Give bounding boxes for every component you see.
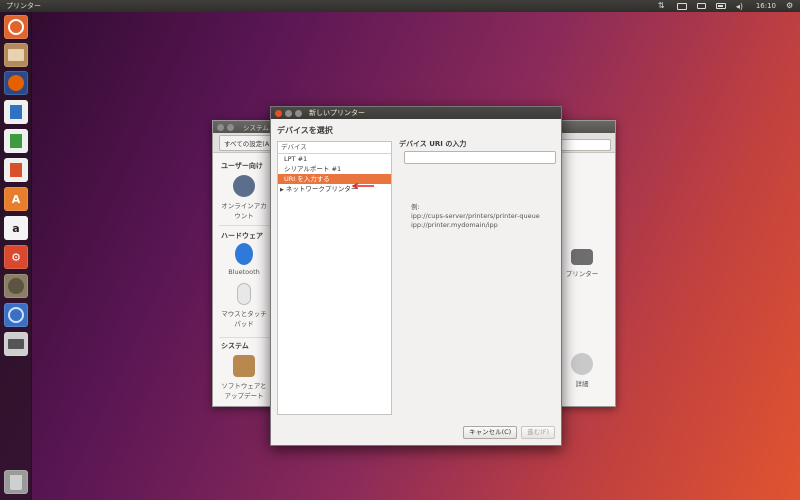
section-hardware: ハードウェア	[221, 232, 263, 240]
trash-icon[interactable]	[4, 470, 28, 494]
dialog-title: 新しいプリンター	[309, 109, 365, 117]
software-center-icon[interactable]: A	[4, 187, 28, 211]
gear-icon	[571, 353, 593, 375]
minimize-icon[interactable]	[285, 109, 292, 117]
uri-input[interactable]	[404, 151, 556, 164]
system-tray: ⇅ ◂) 16:10 ⚙	[658, 2, 794, 11]
app-title: プリンター	[6, 2, 41, 10]
ubuntu-dash-icon[interactable]	[4, 15, 28, 39]
example-title: 例:	[411, 203, 420, 211]
shotwell-icon[interactable]	[4, 303, 28, 327]
forward-button[interactable]: 進む(F)	[521, 426, 555, 439]
software-updates-item[interactable]: ソフトウェアとアップデート	[221, 355, 267, 400]
cancel-button[interactable]: キャンセル(C)	[463, 426, 518, 439]
volume-icon[interactable]: ◂)	[736, 2, 746, 10]
online-accounts-icon	[233, 175, 255, 197]
new-printer-dialog: 新しいプリンター デバイスを選択 デバイス LPT #1 シリアルポート #1 …	[270, 106, 562, 446]
details-item[interactable]: 詳細	[559, 353, 605, 388]
keyboard-icon[interactable]	[676, 2, 687, 10]
device-item-serial1[interactable]: シリアルポート #1	[278, 164, 391, 174]
amazon-icon[interactable]: a	[4, 216, 28, 240]
firefox-icon[interactable]	[4, 71, 28, 95]
device-list[interactable]: デバイス LPT #1 シリアルポート #1 URI を入力する ▶ ネットワーク…	[277, 141, 392, 415]
system-settings-icon[interactable]: ⚙	[4, 245, 28, 269]
dialog-heading: デバイスを選択	[277, 126, 333, 135]
battery-icon[interactable]	[715, 3, 726, 9]
minimize-icon[interactable]	[227, 123, 234, 131]
top-panel: プリンター ⇅ ◂) 16:10 ⚙	[0, 0, 800, 12]
dialog-titlebar: 新しいプリンター	[271, 107, 561, 119]
annotation-arrow-icon	[352, 183, 374, 189]
software-updates-icon	[233, 355, 255, 377]
device-item-enter-uri[interactable]: URI を入力する	[278, 174, 391, 184]
dialog-button-row: キャンセル(C) 進む(F)	[463, 426, 555, 439]
uri-example: 例: ipp://cups-server/printers/printer-qu…	[411, 203, 540, 230]
online-accounts-item[interactable]: オンラインアカウント	[221, 175, 267, 220]
clock[interactable]: 16:10	[756, 2, 776, 10]
gimp-icon[interactable]	[4, 274, 28, 298]
close-icon[interactable]	[275, 109, 282, 117]
device-item-network-printer[interactable]: ▶ ネットワークプリンター	[278, 184, 391, 194]
section-personal: ユーザー向け	[221, 162, 263, 170]
mouse-item[interactable]: マウスとタッチパッド	[221, 283, 267, 328]
device-list-header: デバイス	[278, 142, 391, 154]
maximize-icon[interactable]	[295, 109, 302, 117]
calc-icon[interactable]	[4, 129, 28, 153]
example-line: ipp://cups-server/printers/printer-queue	[411, 212, 540, 220]
gear-icon[interactable]: ⚙	[786, 2, 794, 10]
settings-search-input[interactable]	[555, 139, 611, 151]
updown-icon[interactable]: ⇅	[658, 2, 667, 10]
impress-icon[interactable]	[4, 158, 28, 182]
launcher: A a ⚙	[0, 12, 32, 500]
bluetooth-item[interactable]: Bluetooth	[221, 243, 267, 276]
section-system: システム	[221, 342, 249, 350]
uri-label: デバイス URI の入力	[399, 140, 467, 148]
device-item-lpt1[interactable]: LPT #1	[278, 154, 391, 164]
close-icon[interactable]	[217, 123, 224, 131]
device-item-label: ネットワークプリンター	[285, 185, 358, 193]
all-settings-button[interactable]: すべての設定(A)	[219, 134, 277, 151]
mail-icon[interactable]	[696, 3, 706, 9]
printer-icon	[571, 249, 593, 265]
mouse-icon	[237, 283, 251, 305]
bluetooth-icon	[235, 243, 253, 265]
printer-icon[interactable]	[4, 332, 28, 356]
example-line: ipp://printer.mydomain/ipp	[411, 221, 498, 229]
expander-triangle-icon[interactable]: ▶	[280, 185, 284, 195]
printers-item[interactable]: プリンター	[559, 245, 605, 278]
files-icon[interactable]	[4, 43, 28, 67]
writer-icon[interactable]	[4, 100, 28, 124]
